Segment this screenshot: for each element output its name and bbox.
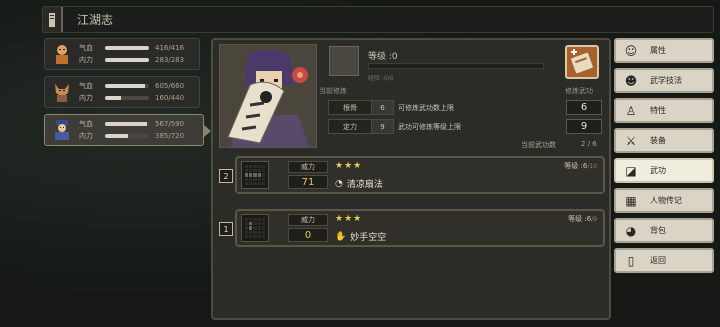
character-portrait xyxy=(219,44,317,148)
menu-bag-button[interactable]: ◕ 背包 xyxy=(614,218,714,243)
stat-num: 6 xyxy=(372,100,394,115)
skill-stars: ★★★ xyxy=(335,161,363,171)
page-title: 江湖志 xyxy=(77,13,114,27)
hp-label: 气血 xyxy=(79,44,93,52)
menu-label: 人物传记 xyxy=(650,196,682,205)
skill-pattern-icon xyxy=(241,161,269,189)
menu-label: 属性 xyxy=(650,46,666,55)
menu-biography-button[interactable]: ▦ 人物传记 xyxy=(614,188,714,213)
mage-icon xyxy=(51,118,73,142)
exp-bar xyxy=(368,63,544,69)
title-bar: 江湖志 xyxy=(42,6,714,33)
mp-bar xyxy=(105,96,149,100)
power-value: 71 xyxy=(288,175,328,189)
stat-row-bone: 根骨 6 可修炼武功数上限 6 xyxy=(328,100,602,115)
stat-value: 9 xyxy=(566,119,602,134)
party-member-2[interactable]: 气血 605/660 内力 160/440 xyxy=(44,76,200,108)
stat-value: 6 xyxy=(566,100,602,115)
skill-card[interactable]: 1 威力 0 ★★★ ✋ 妙手空空 等级 :6/9 xyxy=(219,209,605,247)
stat-key: 定力 xyxy=(328,119,372,134)
return-icon: ▯ xyxy=(627,253,635,268)
hp-value: 567/590 xyxy=(155,120,185,128)
hp-value: 416/416 xyxy=(155,44,185,52)
hp-bar xyxy=(105,122,149,126)
learned-count-label: 当前武功数 xyxy=(521,141,556,149)
menu-traits-button[interactable]: ♙ 特性 xyxy=(614,98,714,123)
skill-level-max: /9 xyxy=(591,216,597,223)
mp-bar xyxy=(105,134,149,138)
skill-card[interactable]: 2 威力 71 ★★★ ◔ 清凉扇法 等级 :6/10 xyxy=(219,156,605,194)
skill-pattern-icon xyxy=(241,214,269,242)
menu-technique-button[interactable]: ☻ 武学技法 xyxy=(614,68,714,93)
mp-label: 内力 xyxy=(79,56,93,64)
stat-key: 根骨 xyxy=(328,100,372,115)
fox-icon xyxy=(51,80,73,104)
learned-count-value: 2 / 6 xyxy=(581,140,597,148)
biography-icon: ▦ xyxy=(625,193,637,208)
power-value: 0 xyxy=(288,228,328,242)
current-practice-label: 当前修炼 xyxy=(319,87,347,95)
skill-name: 妙手空空 xyxy=(350,233,387,243)
practice-skill-slot[interactable] xyxy=(329,46,359,76)
party-member-3[interactable]: 气血 567/590 内力 385/720 xyxy=(44,114,211,146)
mp-label: 内力 xyxy=(79,94,93,102)
stat-row-focus: 定力 9 武功可修炼等级上限 9 xyxy=(328,119,602,134)
skill-level: 等级 :6 xyxy=(568,215,592,223)
stat-num: 9 xyxy=(372,119,394,134)
hp-label: 气血 xyxy=(79,120,93,128)
skill-slot-badge: 1 xyxy=(219,222,233,236)
menu-return-button[interactable]: ▯ 返回 xyxy=(614,248,714,273)
skill-level: 等级 :6 xyxy=(564,162,588,170)
power-label: 威力 xyxy=(288,214,328,226)
stat-desc: 武功可修炼等级上限 xyxy=(398,122,461,131)
practice-martial-label: 修炼武功 xyxy=(565,87,593,95)
mp-label: 内力 xyxy=(79,132,93,140)
menu-label: 武学技法 xyxy=(650,76,682,85)
book-icon[interactable] xyxy=(43,7,63,32)
menu-label: 武功 xyxy=(650,166,666,175)
sword-icon: ⚔ xyxy=(625,133,637,148)
mp-value: 385/720 xyxy=(155,132,185,140)
hand-icon: ✋ xyxy=(335,231,347,242)
practice-martial-icon[interactable] xyxy=(565,45,599,79)
mp-value: 283/283 xyxy=(155,56,185,64)
hp-label: 气血 xyxy=(79,82,93,90)
mp-value: 160/440 xyxy=(155,94,185,102)
menu-martial-button[interactable]: ◪ 武功 xyxy=(614,158,714,183)
fan-icon: ◔ xyxy=(335,178,343,189)
menu-label: 背包 xyxy=(650,226,666,235)
menu-label: 装备 xyxy=(650,136,666,145)
stat-desc: 可修炼武功数上限 xyxy=(398,103,454,112)
menu-attributes-button[interactable]: ☺ 属性 xyxy=(614,38,714,63)
menu-equipment-button[interactable]: ⚔ 装备 xyxy=(614,128,714,153)
mp-bar xyxy=(105,58,149,62)
trait-icon: ♙ xyxy=(625,103,637,118)
hp-bar xyxy=(105,84,149,88)
practice-level: 等级 :0 xyxy=(368,52,398,62)
skill-stars: ★★★ xyxy=(335,214,363,224)
attribute-icon: ☺ xyxy=(624,43,638,58)
exp-text: 经验 :0/0 xyxy=(368,75,394,82)
selection-arrow-icon xyxy=(204,125,211,137)
menu-label: 返回 xyxy=(650,256,666,265)
martial-arts-panel: 当前修炼 等级 :0 经验 :0/0 修炼武功 根骨 6 可修炼武功数上限 6 … xyxy=(211,38,611,320)
menu-label: 特性 xyxy=(650,106,666,115)
martial-book-icon: ◪ xyxy=(625,163,637,178)
hp-value: 605/660 xyxy=(155,82,185,90)
hp-bar xyxy=(105,46,149,50)
power-label: 威力 xyxy=(288,161,328,173)
skill-name: 清凉扇法 xyxy=(346,180,383,190)
monk-icon xyxy=(51,42,73,66)
technique-icon: ☻ xyxy=(624,73,638,88)
party-member-1[interactable]: 气血 416/416 内力 283/283 xyxy=(44,38,200,70)
bag-icon: ◕ xyxy=(625,223,637,238)
skill-level-max: /10 xyxy=(587,163,597,170)
skill-slot-badge: 2 xyxy=(219,169,233,183)
